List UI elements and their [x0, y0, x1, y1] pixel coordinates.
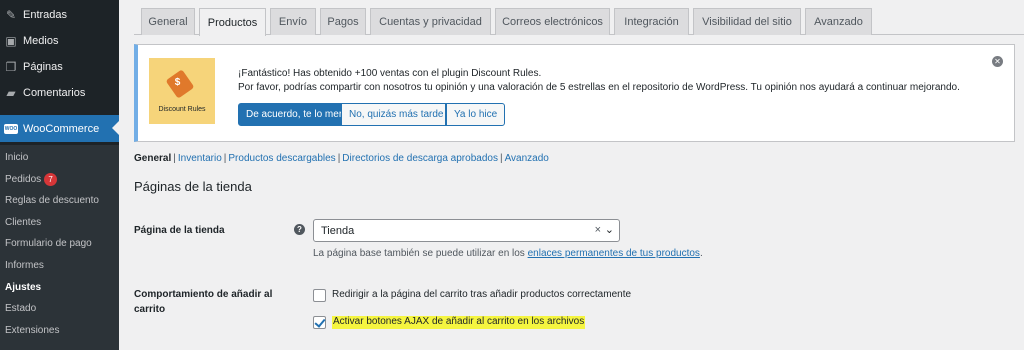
- pages-icon: ❐: [5, 60, 17, 74]
- tab-label: Cuentas y privacidad: [379, 16, 482, 28]
- orders-count-badge: 7: [44, 173, 58, 186]
- subnav-link-inventario[interactable]: Inventario: [178, 153, 222, 164]
- menu-item-comentarios[interactable]: ▰ Comentarios: [0, 80, 119, 106]
- tab-envio[interactable]: Envío: [270, 8, 316, 35]
- submenu-label: Extensiones: [5, 325, 60, 336]
- woocommerce-icon-text: WOO: [4, 123, 18, 134]
- tab-label: Correos electrónicos: [502, 16, 603, 28]
- submenu-item-informes[interactable]: Informes: [5, 260, 44, 271]
- agree-review-button[interactable]: De acuerdo, te lo mer: [238, 103, 342, 126]
- subnav-link-directorios[interactable]: Directorios de descarga aprobados: [342, 153, 498, 164]
- redirect-cart-checkbox[interactable]: [313, 289, 326, 302]
- label-line: Comportamiento de añadir al: [134, 289, 273, 300]
- media-icon: ▣: [5, 34, 17, 48]
- woocommerce-submenu: Inicio Pedidos 7 Reglas de descuento Clie…: [0, 145, 119, 350]
- ajax-add-to-cart-checkbox[interactable]: [313, 316, 326, 329]
- submenu-item-ajustes[interactable]: Ajustes: [5, 282, 41, 293]
- select-value: Tienda: [321, 225, 355, 237]
- section-title: Páginas de la tienda: [134, 179, 252, 194]
- section-subnav: General | Inventario | Productos descargable…: [134, 153, 549, 164]
- submenu-label: Inicio: [5, 152, 29, 163]
- clear-icon[interactable]: ×: [595, 224, 601, 236]
- maybe-later-button[interactable]: No, quizás más tarde: [342, 103, 446, 126]
- label-line: carrito: [134, 304, 166, 315]
- submenu-item-pedidos[interactable]: Pedidos 7: [5, 173, 58, 186]
- submenu-item-inicio[interactable]: Inicio: [5, 152, 28, 163]
- discount-rules-notice: Discount Rules ¡Fantástico! Has obtenido…: [134, 44, 1015, 142]
- desc-text: La página base también se puede utilizar…: [313, 248, 528, 259]
- redirect-cart-label[interactable]: Redirigir a la página del carrito tras a…: [332, 289, 631, 300]
- add-to-cart-label: Comportamiento de añadir al carrito: [134, 287, 272, 317]
- subnav-separator: |: [173, 153, 176, 164]
- menu-item-medios[interactable]: ▣ Medios: [0, 28, 119, 54]
- subnav-link-descargables[interactable]: Productos descargables: [228, 153, 335, 164]
- ajax-add-to-cart-label[interactable]: Activar botones AJAX de añadir al carrit…: [332, 316, 586, 327]
- tab-integracion[interactable]: Integración: [614, 8, 689, 35]
- submenu-item-reglas-descuento[interactable]: Reglas de descuento: [5, 195, 99, 206]
- tab-avanzado[interactable]: Avanzado: [805, 8, 872, 35]
- submenu-item-formulario-pago[interactable]: Formulario de pago: [5, 238, 92, 249]
- submenu-item-extensiones[interactable]: Extensiones: [5, 325, 59, 336]
- chevron-down-icon: ⌄: [604, 224, 614, 236]
- submenu-label: Pedidos: [5, 174, 42, 185]
- subnav-separator: |: [223, 153, 227, 164]
- price-tag-icon: [165, 69, 195, 99]
- tab-label: Productos: [207, 16, 258, 29]
- notice-line-1: ¡Fantástico! Has obtenido +100 ventas co…: [238, 68, 542, 79]
- woocommerce-icon: WOO: [4, 122, 18, 136]
- close-icon[interactable]: ✕: [992, 56, 1003, 67]
- tab-label: Visibilidad del sitio: [702, 16, 792, 28]
- submenu-label: Clientes: [5, 217, 42, 228]
- submenu-label: Ajustes: [5, 282, 42, 293]
- tab-cuentas-privacidad[interactable]: Cuentas y privacidad: [370, 8, 491, 35]
- comments-icon: ▰: [6, 86, 16, 100]
- subnav-separator: |: [337, 153, 341, 164]
- tab-label: Avanzado: [814, 16, 863, 28]
- submenu-label: Reglas de descuento: [5, 195, 99, 206]
- submenu-item-estado[interactable]: Estado: [5, 303, 36, 314]
- shop-page-select[interactable]: Tienda × ⌄: [313, 219, 620, 242]
- pin-icon: ✎: [5, 8, 17, 22]
- tab-visibilidad-sitio[interactable]: Visibilidad del sitio: [693, 8, 801, 35]
- menu-label: Comentarios: [23, 87, 86, 99]
- menu-label: Páginas: [23, 61, 63, 73]
- tab-productos[interactable]: Productos: [199, 8, 266, 36]
- tab-general[interactable]: General: [141, 8, 195, 35]
- submenu-label: Informes: [5, 260, 44, 271]
- submenu-item-clientes[interactable]: Clientes: [5, 217, 41, 228]
- admin-sidebar: ✎ Entradas ▣ Medios ❐ Páginas ▰ Comentar…: [0, 0, 119, 350]
- logo-name: Discount Rules: [158, 106, 206, 113]
- permalinks-link[interactable]: enlaces permanentes de tus productos: [528, 248, 700, 259]
- tab-pagos[interactable]: Pagos: [320, 8, 366, 35]
- shop-page-label: Página de la tienda: [134, 225, 225, 236]
- tab-label: General: [148, 16, 188, 28]
- menu-item-woocommerce[interactable]: WOO WooCommerce: [0, 115, 119, 142]
- subnav-current-general[interactable]: General: [134, 153, 171, 164]
- menu-label: Entradas: [23, 9, 68, 21]
- discount-rules-logo: Discount Rules: [149, 58, 215, 124]
- notice-line-2: Por favor, podrías compartir con nosotro…: [238, 82, 960, 93]
- already-did-button[interactable]: Ya lo hice: [446, 103, 505, 126]
- tab-label: Pagos: [327, 16, 359, 28]
- menu-item-paginas[interactable]: ❐ Páginas: [0, 54, 119, 80]
- tab-label: Integración: [624, 16, 679, 28]
- tab-label: Envío: [278, 16, 308, 28]
- menu-item-entradas[interactable]: ✎ Entradas: [0, 2, 119, 28]
- desc-suffix: .: [699, 248, 703, 259]
- menu-label: WooCommerce: [23, 122, 100, 135]
- tab-correos[interactable]: Correos electrónicos: [495, 8, 610, 35]
- highlighted-text: Activar botones AJAX de añadir al carrit…: [332, 316, 586, 327]
- subnav-link-avanzado[interactable]: Avanzado: [505, 153, 549, 164]
- help-icon[interactable]: ?: [294, 224, 305, 235]
- subnav-separator: |: [499, 153, 503, 164]
- menu-label: Medios: [23, 35, 59, 47]
- submenu-label: Formulario de pago: [5, 238, 92, 249]
- submenu-label: Estado: [5, 303, 37, 314]
- shop-page-description: La página base también se puede utilizar…: [313, 248, 703, 259]
